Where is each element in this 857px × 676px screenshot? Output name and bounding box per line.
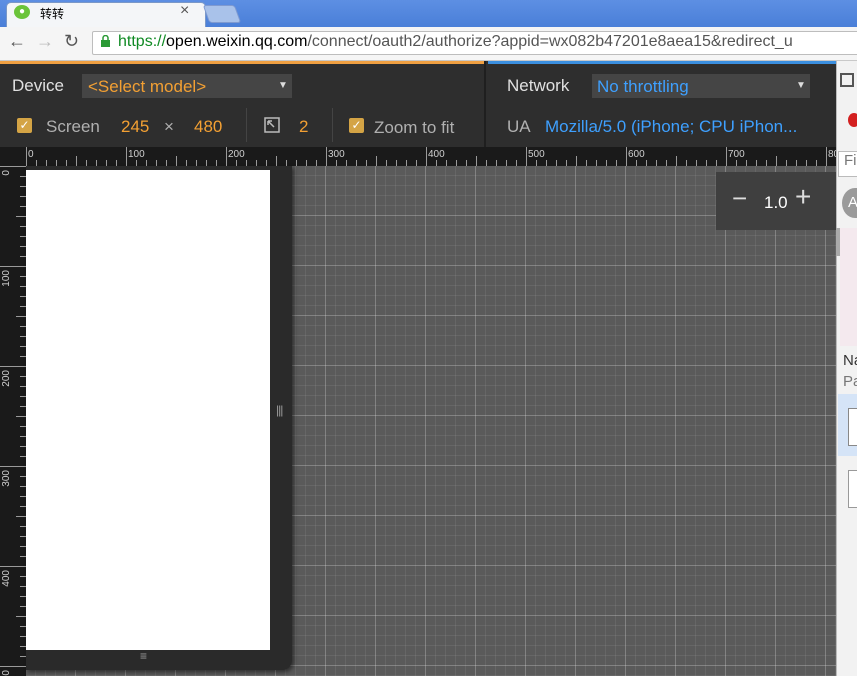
name-column-header[interactable]: Na [843, 352, 857, 369]
ruler-label: 500 [528, 149, 545, 160]
toolbar-separator [246, 108, 247, 142]
ruler-label: 80 [828, 149, 836, 160]
lock-icon [101, 35, 110, 47]
device-select-value: <Select model> [88, 77, 207, 96]
zoom-in-button[interactable]: + [795, 183, 811, 211]
section-divider [484, 61, 486, 147]
device-select-arrow-icon: ▼ [278, 80, 288, 91]
ruler-label: 600 [628, 149, 645, 160]
path-column-header: Pa [843, 373, 857, 390]
request-file-icon [848, 408, 857, 446]
zoom-level: 1.0 [764, 193, 788, 212]
reload-icon[interactable]: ↻ [64, 31, 79, 52]
network-section-accent [488, 61, 836, 64]
forward-arrow-icon[interactable]: → [36, 31, 54, 52]
zoom-to-fit-label: Zoom to fit [374, 118, 455, 137]
screen-checkbox[interactable]: ✓ [17, 118, 32, 133]
horizontal-ruler: 0 100 200 300 400 500 600 700 80 [26, 147, 836, 166]
dock-toggle-icon[interactable] [840, 73, 854, 87]
tab-title: 转转 [40, 7, 65, 21]
width-resize-handle[interactable]: ||| [276, 403, 283, 417]
vertical-ruler: 0 100 200 300 400 500 [0, 166, 26, 676]
ruler-label: 200 [1, 370, 12, 387]
url-path: /connect/oauth2/authorize?appid=wx082b47… [307, 33, 793, 50]
screen-label: Screen [46, 117, 100, 136]
ruler-label: 500 [1, 670, 12, 676]
new-tab-button[interactable] [202, 5, 242, 23]
ruler-corner [0, 147, 26, 166]
browser-tab[interactable] [6, 2, 206, 27]
ua-input[interactable]: Mozilla/5.0 (iPhone; CPU iPhon... [545, 117, 797, 137]
height-resize-handle[interactable]: ≡ [140, 650, 147, 662]
ruler-label: 300 [328, 149, 345, 160]
ruler-label: 300 [1, 470, 12, 487]
timeline-area [840, 228, 857, 346]
ruler-label: 200 [228, 149, 245, 160]
network-select-value: No throttling [597, 77, 689, 96]
record-icon[interactable] [848, 113, 857, 127]
zoom-out-button[interactable]: − [732, 185, 747, 211]
ua-label: UA [507, 117, 531, 136]
url-host: open.weixin.qq.com [166, 33, 308, 50]
address-url[interactable]: https://open.weixin.qq.com/connect/oauth… [118, 33, 793, 51]
ruler-label: 100 [1, 270, 12, 287]
pixel-ratio-icon [264, 117, 280, 133]
times-sign: × [164, 117, 174, 136]
document-icon [848, 470, 857, 508]
url-scheme: https:// [118, 33, 167, 50]
tab-close-icon[interactable]: × [180, 2, 189, 20]
ruler-label: 0 [1, 170, 12, 176]
scrollbar[interactable] [836, 228, 840, 256]
ruler-label: 100 [128, 149, 145, 160]
ruler-label: 0 [28, 149, 34, 160]
network-label: Network [507, 76, 570, 95]
ruler-label: 400 [428, 149, 445, 160]
wechat-favicon-icon: ● [14, 5, 30, 19]
toolbar-separator [332, 108, 333, 142]
device-label: Device [12, 76, 64, 95]
zoom-to-fit-checkbox[interactable]: ✓ [349, 118, 364, 133]
ruler-label: 400 [1, 570, 12, 587]
back-arrow-icon[interactable]: ← [8, 31, 26, 52]
network-select-arrow-icon: ▼ [796, 80, 806, 91]
pixel-ratio-input[interactable]: 2 [299, 117, 308, 137]
emulated-screen[interactable] [26, 170, 270, 650]
ruler-label: 700 [728, 149, 745, 160]
screen-width-input[interactable]: 245 [121, 117, 149, 137]
device-section-accent [0, 61, 484, 64]
screen-height-input[interactable]: 480 [194, 117, 222, 137]
filter-input[interactable]: Fi [838, 151, 857, 177]
